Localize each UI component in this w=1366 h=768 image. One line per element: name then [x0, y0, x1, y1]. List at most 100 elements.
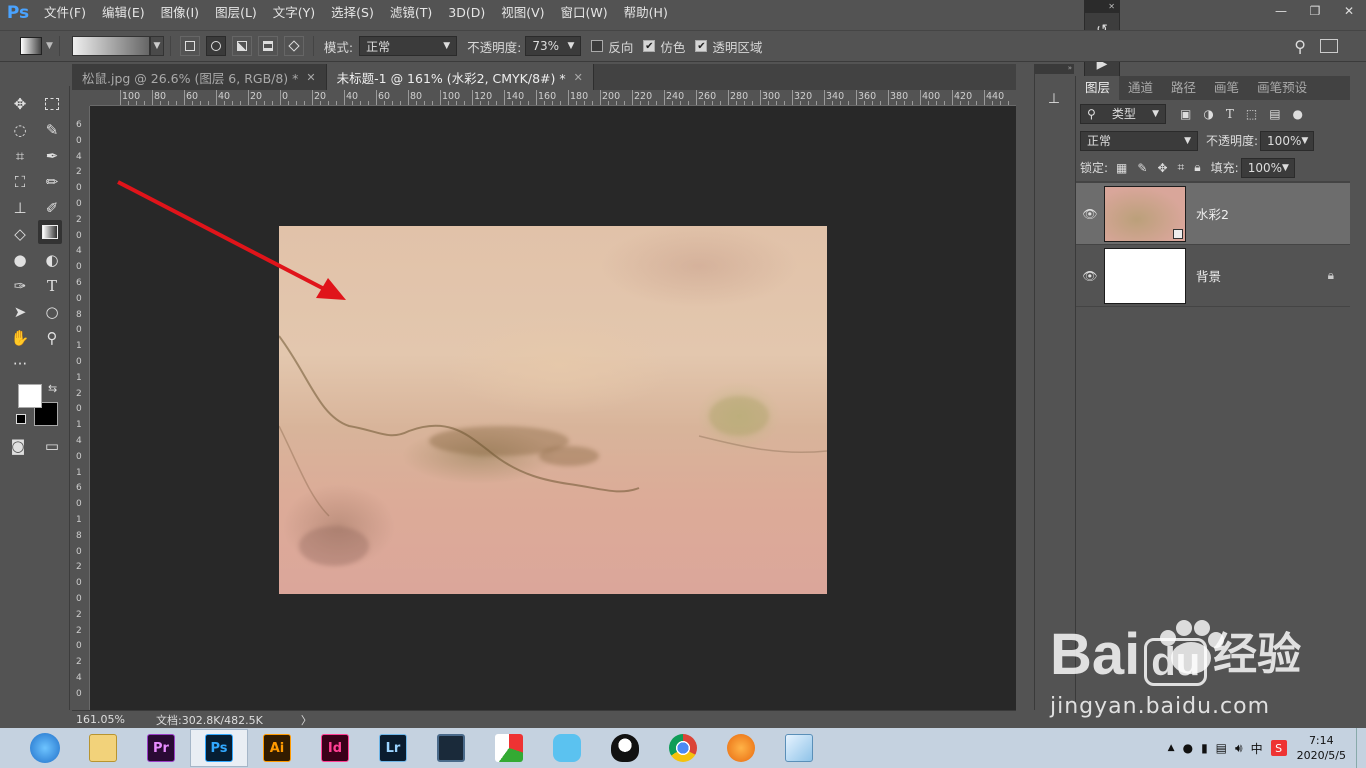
eye-icon[interactable]: 👁︎ [1076, 269, 1104, 283]
taskbar-chrome[interactable] [654, 729, 712, 767]
gradient-tool-icon[interactable] [20, 37, 42, 55]
shape-filter-icon[interactable]: ⬚ [1246, 107, 1257, 121]
eraser-tool-icon[interactable]: ◇ [8, 222, 32, 246]
close-icon[interactable]: ✕ [306, 71, 315, 84]
chevron-down-icon[interactable]: ▼ [46, 41, 53, 51]
gradient-tool-icon[interactable] [38, 220, 62, 244]
gradient-preview[interactable] [71, 36, 150, 56]
filter-toggle-icon[interactable]: ● [1293, 107, 1303, 121]
volume-icon[interactable]: 🔊︎ [1235, 741, 1243, 756]
ruler-vertical[interactable]: 6 0 4 2 0 0 2 0 4 0 6 0 8 0 1 0 1 2 0 1 4 0 1 6 0 1 8 0 2 0 0 2 2 0 2 4 0 [72, 106, 90, 710]
tray-expand-icon[interactable]: ▲ [1168, 743, 1175, 753]
tab-untitled[interactable]: 未标题-1 @ 161% (水彩2, CMYK/8#) * ✕ [326, 64, 594, 90]
menu-window[interactable]: 窗口(W) [553, 0, 616, 26]
menu-layer[interactable]: 图层(L) [207, 0, 265, 26]
tab-layers[interactable]: 图层 [1076, 76, 1120, 100]
tab-channels[interactable]: 通道 [1119, 76, 1162, 100]
collapse-icon[interactable]: » [1035, 64, 1074, 74]
zoom-tool-icon[interactable]: ⚲ [40, 326, 64, 350]
layer-filter-select[interactable]: ⚲ 类型 ▼ [1080, 103, 1166, 124]
close-icon[interactable]: ✕ [1085, 1, 1119, 13]
clock[interactable]: 7:14 2020/5/5 [1287, 733, 1356, 763]
close-icon[interactable]: ✕ [574, 71, 583, 84]
reflected-gradient-button[interactable] [257, 36, 278, 56]
ruler-horizontal[interactable]: 100 80 60 40 20 0 20 40 60 80 100 120 140 160 180 200 22… [90, 90, 1016, 106]
taskbar-qq[interactable] [596, 729, 654, 767]
quick-select-tool-icon[interactable]: ✎ [40, 118, 64, 142]
tab-brush-presets[interactable]: 画笔预设 [1248, 76, 1316, 100]
brush-tool-icon[interactable]: ✏ [40, 170, 64, 194]
adjustment-filter-icon[interactable]: ◑ [1203, 107, 1213, 121]
chevron-down-icon[interactable]: ▼ [149, 36, 164, 56]
eye-icon[interactable]: 👁︎ [1076, 207, 1104, 221]
taskbar-app-orange[interactable] [712, 729, 770, 767]
tab-squirrel[interactable]: 松鼠.jpg @ 26.6% (图层 6, RGB/8) * ✕ [72, 64, 327, 90]
dither-checkbox[interactable]: ✔ [643, 40, 656, 52]
layer-background[interactable]: 👁︎ 背景 🔒︎ [1076, 245, 1350, 307]
smart-object-filter-icon[interactable]: ▤ [1269, 107, 1280, 121]
taskbar-photoshop[interactable]: Ps [190, 729, 248, 767]
taskbar-notes[interactable] [770, 729, 828, 767]
taskbar-premiere[interactable]: Pr [132, 729, 190, 767]
opacity-input[interactable]: 73% ▼ [525, 36, 582, 56]
sogou-icon[interactable]: S [1270, 740, 1287, 756]
fill-input[interactable]: 100% ▼ [1240, 157, 1295, 178]
taskbar-illustrator[interactable]: Ai [248, 729, 306, 767]
type-filter-icon[interactable]: T [1226, 107, 1234, 121]
taskbar-lightroom[interactable]: Lr [364, 729, 422, 767]
screen-mode-icon[interactable]: ▭ [40, 434, 64, 458]
lock-artboard-icon[interactable]: ⌗ [1178, 160, 1185, 175]
mode-select[interactable]: 正常 ▼ [359, 36, 458, 56]
layer-opacity-input[interactable]: 100% ▼ [1260, 130, 1315, 151]
angle-gradient-button[interactable] [231, 36, 252, 56]
ime-indicator[interactable]: 中 [1251, 740, 1263, 757]
blend-mode-select[interactable]: 正常 ▼ [1080, 130, 1198, 151]
history-brush-icon[interactable]: ✐ [40, 196, 64, 220]
search-icon[interactable]: ⚲ [1294, 37, 1306, 56]
lock-pixels-icon[interactable]: ✎ [1137, 161, 1147, 175]
move-tool-icon[interactable]: ✥ [8, 92, 32, 116]
menu-type[interactable]: 文字(Y) [265, 0, 323, 26]
lock-all-icon[interactable]: 🔒︎ [1194, 160, 1200, 175]
network-icon[interactable]: ▤ [1216, 741, 1227, 755]
qq-tray-icon[interactable]: ● [1183, 741, 1193, 755]
marquee-tool-icon[interactable] [40, 92, 64, 116]
lock-transparent-icon[interactable]: ▦ [1116, 161, 1127, 175]
transparency-checkbox[interactable]: ✔ [695, 40, 708, 52]
workspace-icon[interactable] [1320, 39, 1338, 53]
battery-icon[interactable]: ▮ [1201, 741, 1208, 755]
menu-view[interactable]: 视图(V) [493, 0, 552, 26]
healing-tool-icon[interactable]: ⛶ [8, 170, 32, 194]
start-button[interactable] [16, 729, 74, 767]
menu-help[interactable]: 帮助(H) [616, 0, 676, 26]
tab-brushes[interactable]: 画笔 [1205, 76, 1248, 100]
menu-image[interactable]: 图像(I) [153, 0, 207, 26]
lasso-tool-icon[interactable]: ◌ [8, 118, 32, 142]
restore-button[interactable]: ❐ [1298, 0, 1332, 22]
show-desktop-button[interactable] [1356, 728, 1366, 768]
layer-watercolor[interactable]: 👁︎ 水彩2 [1076, 183, 1350, 245]
minimize-button[interactable]: — [1264, 0, 1298, 22]
pen-tool-icon[interactable]: ✑ [8, 274, 32, 298]
menu-select[interactable]: 选择(S) [323, 0, 382, 26]
path-select-tool-icon[interactable]: ➤ [8, 300, 32, 324]
taskbar-explorer[interactable] [74, 729, 132, 767]
status-menu-arrow[interactable]: 〉 [301, 712, 312, 728]
lock-position-icon[interactable]: ✥ [1157, 161, 1167, 175]
foreground-color-swatch[interactable] [18, 384, 42, 408]
tab-paths[interactable]: 路径 [1162, 76, 1205, 100]
stamp-tool-icon[interactable]: ⊥ [8, 196, 32, 220]
menu-edit[interactable]: 编辑(E) [94, 0, 153, 26]
zoom-level[interactable]: 161.05% [76, 713, 156, 726]
stamp-panel-icon[interactable]: ⊥ [1043, 88, 1065, 110]
hand-tool-icon[interactable]: ✋ [8, 326, 32, 350]
more-tools-icon[interactable]: ··· [8, 352, 32, 376]
type-tool-icon[interactable]: T [40, 274, 64, 298]
menu-file[interactable]: 文件(F) [36, 0, 94, 26]
close-button[interactable]: ✕ [1332, 0, 1366, 22]
quick-mask-icon[interactable]: ◙ [6, 434, 30, 458]
taskbar-indesign[interactable]: Id [306, 729, 364, 767]
taskbar-video[interactable] [422, 729, 480, 767]
menu-3d[interactable]: 3D(D) [440, 0, 493, 26]
linear-gradient-button[interactable] [179, 36, 200, 56]
